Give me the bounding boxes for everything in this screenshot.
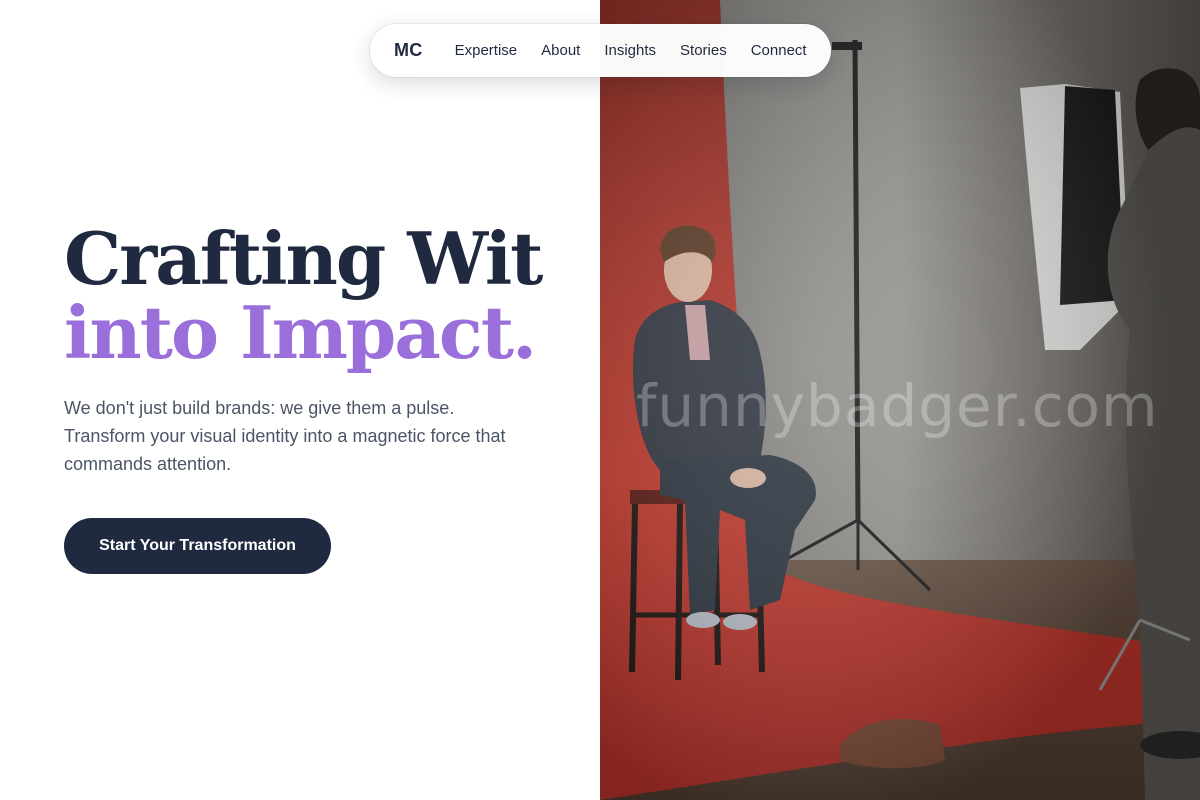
hero-headline: Crafting Wit into Impact. <box>64 222 594 370</box>
headline-line-1: Crafting Wit <box>64 216 543 301</box>
nav-link-expertise[interactable]: Expertise <box>455 42 518 59</box>
nav-link-insights[interactable]: Insights <box>604 42 656 59</box>
watermark-text: funnybadger.com <box>636 372 1159 440</box>
headline-line-2: into Impact. <box>64 290 537 375</box>
nav-link-connect[interactable]: Connect <box>751 42 807 59</box>
hero-photo: funnybadger.com <box>600 0 1200 800</box>
top-navigation: MC Expertise About Insights Stories Conn… <box>370 24 831 77</box>
start-transformation-button[interactable]: Start Your Transformation <box>64 518 331 574</box>
brand-logo[interactable]: MC <box>394 40 423 61</box>
nav-link-stories[interactable]: Stories <box>680 42 727 59</box>
nav-link-about[interactable]: About <box>541 42 580 59</box>
hero-subtext: We don't just build brands: we give them… <box>64 398 506 474</box>
